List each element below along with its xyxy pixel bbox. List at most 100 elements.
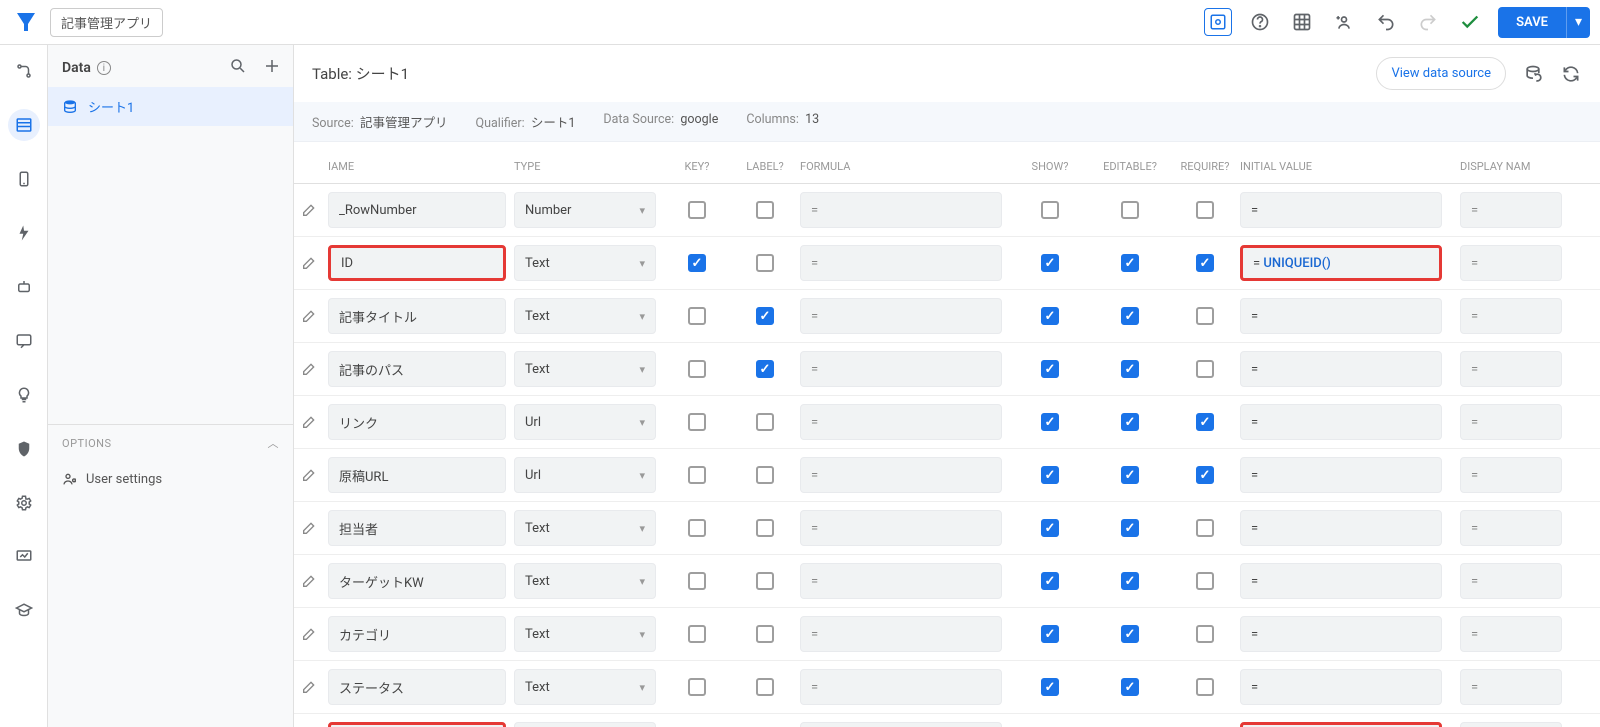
preview-icon[interactable]: [1204, 8, 1232, 36]
initial-value-input[interactable]: =: [1240, 404, 1442, 440]
edit-icon[interactable]: [294, 520, 324, 536]
column-name-input[interactable]: 担当者: [328, 510, 506, 546]
formula-input[interactable]: =: [800, 192, 1002, 228]
check-icon[interactable]: [1456, 8, 1484, 36]
grid-icon[interactable]: [1288, 8, 1316, 36]
regenerate-icon[interactable]: [1522, 63, 1544, 85]
info-icon[interactable]: i: [97, 61, 111, 75]
formula-input[interactable]: =: [800, 616, 1002, 652]
display-name-input[interactable]: =: [1460, 616, 1562, 652]
column-name-input[interactable]: ターゲットKW: [328, 563, 506, 599]
formula-input[interactable]: =: [800, 510, 1002, 546]
checkbox[interactable]: [756, 572, 774, 590]
column-name-input[interactable]: 記事のパス: [328, 351, 506, 387]
column-type-select[interactable]: Url: [514, 457, 656, 493]
checkbox[interactable]: [1041, 466, 1059, 484]
initial-value-input[interactable]: =: [1240, 510, 1442, 546]
sheet-item[interactable]: シート1: [48, 87, 293, 126]
column-name-input[interactable]: _RowNumber: [328, 192, 506, 228]
checkbox[interactable]: [1041, 307, 1059, 325]
column-type-select[interactable]: Url: [514, 404, 656, 440]
checkbox[interactable]: [688, 519, 706, 537]
checkbox[interactable]: [1196, 307, 1214, 325]
checkbox[interactable]: [688, 254, 706, 272]
initial-value-input[interactable]: = UNIQUEID(): [1240, 245, 1442, 281]
initial-value-input[interactable]: =: [1240, 298, 1442, 334]
column-name-input[interactable]: カテゴリ: [328, 616, 506, 652]
column-type-select[interactable]: Text: [514, 616, 656, 652]
save-dropdown[interactable]: ▾: [1566, 7, 1590, 38]
rail-mobile-icon[interactable]: [8, 163, 40, 195]
display-name-input[interactable]: =: [1460, 298, 1562, 334]
column-type-select[interactable]: Text: [514, 298, 656, 334]
checkbox[interactable]: [756, 254, 774, 272]
formula-input[interactable]: =: [800, 563, 1002, 599]
checkbox[interactable]: [756, 201, 774, 219]
refresh-icon[interactable]: [1560, 63, 1582, 85]
column-type-select[interactable]: Text: [514, 245, 656, 281]
user-settings-item[interactable]: User settings: [48, 461, 293, 497]
initial-value-input[interactable]: =: [1240, 351, 1442, 387]
display-name-input[interactable]: =: [1460, 563, 1562, 599]
formula-input[interactable]: =: [800, 669, 1002, 705]
initial-value-input[interactable]: =: [1240, 457, 1442, 493]
column-name-input[interactable]: ID: [328, 245, 506, 281]
edit-icon[interactable]: [294, 414, 324, 430]
formula-input[interactable]: =: [800, 722, 1002, 727]
formula-input[interactable]: =: [800, 404, 1002, 440]
column-type-select[interactable]: Text: [514, 669, 656, 705]
display-name-input[interactable]: =: [1460, 351, 1562, 387]
column-name-input[interactable]: ステータス: [328, 669, 506, 705]
rail-settings-icon[interactable]: [8, 487, 40, 519]
edit-icon[interactable]: [294, 361, 324, 377]
checkbox[interactable]: [1121, 466, 1139, 484]
checkbox[interactable]: [1196, 572, 1214, 590]
checkbox[interactable]: [688, 466, 706, 484]
checkbox[interactable]: [1196, 254, 1214, 272]
column-type-select[interactable]: Date: [514, 722, 656, 727]
display-name-input[interactable]: =: [1460, 510, 1562, 546]
checkbox[interactable]: [1196, 466, 1214, 484]
search-icon[interactable]: [229, 57, 247, 79]
checkbox[interactable]: [688, 201, 706, 219]
rail-intel-icon[interactable]: [8, 379, 40, 411]
column-type-select[interactable]: Text: [514, 510, 656, 546]
edit-icon[interactable]: [294, 202, 324, 218]
checkbox[interactable]: [1121, 254, 1139, 272]
checkbox[interactable]: [756, 678, 774, 696]
initial-value-input[interactable]: =: [1240, 192, 1442, 228]
checkbox[interactable]: [1041, 625, 1059, 643]
checkbox[interactable]: [1196, 519, 1214, 537]
rail-monitor-icon[interactable]: [8, 541, 40, 573]
column-name-input[interactable]: 原稿URL: [328, 457, 506, 493]
column-type-select[interactable]: Text: [514, 351, 656, 387]
checkbox[interactable]: [688, 413, 706, 431]
checkbox[interactable]: [688, 572, 706, 590]
edit-icon[interactable]: [294, 626, 324, 642]
checkbox[interactable]: [1196, 413, 1214, 431]
checkbox[interactable]: [756, 519, 774, 537]
edit-icon[interactable]: [294, 679, 324, 695]
checkbox[interactable]: [1041, 572, 1059, 590]
view-data-source-button[interactable]: View data source: [1376, 57, 1506, 90]
add-icon[interactable]: [263, 57, 281, 79]
save-button[interactable]: SAVE: [1498, 7, 1566, 38]
column-name-input[interactable]: リンク: [328, 404, 506, 440]
checkbox[interactable]: [688, 678, 706, 696]
checkbox[interactable]: [756, 466, 774, 484]
checkbox[interactable]: [1121, 519, 1139, 537]
column-name-input[interactable]: 記事タイトル: [328, 298, 506, 334]
checkbox[interactable]: [1121, 201, 1139, 219]
checkbox[interactable]: [1121, 413, 1139, 431]
edit-icon[interactable]: [294, 308, 324, 324]
column-name-input[interactable]: 依頼日: [328, 722, 506, 727]
rail-chat-icon[interactable]: [8, 325, 40, 357]
checkbox[interactable]: [1041, 413, 1059, 431]
checkbox[interactable]: [756, 307, 774, 325]
initial-value-input[interactable]: = TODAY(): [1240, 722, 1442, 727]
checkbox[interactable]: [688, 360, 706, 378]
checkbox[interactable]: [1121, 678, 1139, 696]
formula-input[interactable]: =: [800, 351, 1002, 387]
rail-bot-icon[interactable]: [8, 271, 40, 303]
checkbox[interactable]: [1041, 519, 1059, 537]
